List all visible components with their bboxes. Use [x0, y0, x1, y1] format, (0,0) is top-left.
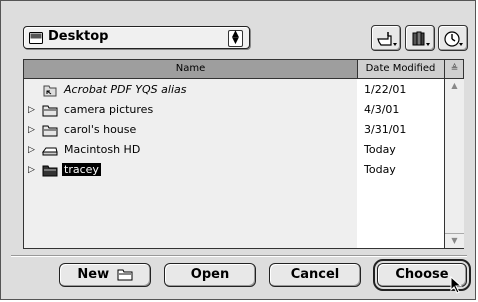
- disclosure-triangle-icon[interactable]: ▷: [28, 145, 35, 155]
- column-header-date[interactable]: Date Modified: [358, 60, 443, 78]
- recent-button[interactable]: [438, 25, 468, 51]
- mouse-pointer-icon: [450, 276, 463, 294]
- item-date: Today: [364, 143, 396, 156]
- choose-dialog: Desktop ▲ ▼ Name Date Modified ≜ Acrobat…: [0, 0, 476, 300]
- new-button-label: New: [77, 267, 110, 282]
- item-date: 3/31/01: [364, 123, 407, 136]
- list-item[interactable]: ▷ camera pictures 4/3/01: [24, 100, 443, 120]
- folder-icon: [42, 165, 58, 177]
- clock-icon: [444, 31, 463, 47]
- disclosure-triangle-icon[interactable]: ▷: [28, 165, 35, 175]
- item-date: 1/22/01: [364, 83, 407, 96]
- disclosure-triangle-icon[interactable]: ▷: [28, 125, 35, 135]
- vertical-scrollbar[interactable]: ▲ ▼: [444, 79, 464, 248]
- folder-icon: [42, 105, 58, 117]
- item-name: Macintosh HD: [64, 143, 141, 156]
- pointing-hand-icon: [377, 32, 397, 46]
- scroll-up-arrow-icon[interactable]: ▲: [445, 79, 464, 93]
- shortcuts-button[interactable]: [371, 25, 401, 51]
- favorites-button[interactable]: [405, 25, 435, 51]
- hard-disk-icon: [42, 147, 58, 156]
- alias-icon: [43, 85, 57, 97]
- list-header: Name Date Modified ≜: [24, 60, 463, 79]
- folder-icon: [42, 125, 58, 137]
- disclosure-triangle-icon[interactable]: ▷: [28, 105, 35, 115]
- location-popup[interactable]: Desktop ▲ ▼: [23, 26, 250, 49]
- new-folder-button[interactable]: New: [59, 263, 151, 287]
- popup-arrows-icon: ▲ ▼: [228, 30, 243, 47]
- list-item[interactable]: ▷ Macintosh HD Today: [24, 140, 443, 160]
- bookmark-books-icon: [412, 31, 430, 46]
- location-label: Desktop: [48, 29, 109, 44]
- item-name: tracey: [62, 163, 101, 176]
- item-name: carol's house: [64, 123, 137, 136]
- item-date: 4/3/01: [364, 103, 400, 116]
- sort-order-icon[interactable]: ≜: [444, 60, 464, 78]
- column-header-name[interactable]: Name: [24, 60, 358, 78]
- open-button[interactable]: Open: [164, 263, 256, 287]
- new-folder-icon: [117, 269, 133, 281]
- item-name: Acrobat PDF YQS alias: [64, 83, 187, 96]
- list-rows: Acrobat PDF YQS alias 1/22/01 ▷ camera p…: [24, 79, 443, 248]
- list-item[interactable]: Acrobat PDF YQS alias 1/22/01: [24, 80, 443, 100]
- item-name: camera pictures: [64, 103, 154, 116]
- file-list[interactable]: Name Date Modified ≜ Acrobat PDF YQS ali…: [23, 59, 464, 249]
- cancel-button[interactable]: Cancel: [269, 263, 361, 287]
- list-item[interactable]: ▷ carol's house 3/31/01: [24, 120, 443, 140]
- divider: [11, 255, 467, 257]
- list-item-selected[interactable]: ▷ tracey Today: [24, 160, 443, 180]
- folder-icon: [29, 32, 43, 44]
- item-date: Today: [364, 163, 396, 176]
- scroll-down-arrow-icon[interactable]: ▼: [445, 233, 464, 248]
